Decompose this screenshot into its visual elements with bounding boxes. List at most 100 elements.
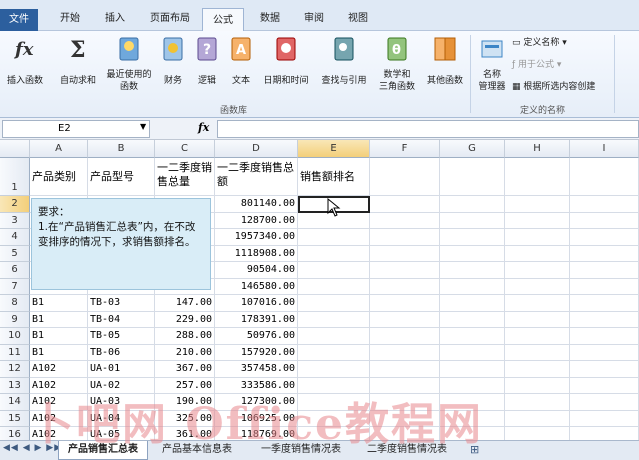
table-cell[interactable]: UA-02 — [88, 377, 155, 394]
table-cell[interactable] — [440, 262, 505, 279]
table-cell[interactable] — [505, 394, 570, 411]
table-cell[interactable] — [440, 196, 505, 213]
table-cell[interactable]: UA-01 — [88, 361, 155, 378]
table-cell[interactable] — [505, 311, 570, 328]
table-cell[interactable]: 210.00 — [155, 344, 215, 361]
table-cell[interactable]: 190.00 — [155, 394, 215, 411]
table-cell[interactable] — [440, 295, 505, 312]
column-header-e[interactable]: E — [298, 140, 370, 158]
table-cell[interactable]: 128700.00 — [215, 212, 298, 229]
table-cell[interactable]: 118769.00 — [215, 427, 298, 440]
table-cell[interactable] — [370, 427, 440, 440]
header-cell[interactable] — [440, 158, 505, 196]
row-header[interactable]: 6 — [0, 262, 30, 279]
define-name-button[interactable]: ▭ 定义名称 ▾ — [512, 37, 612, 49]
table-cell[interactable] — [570, 410, 639, 427]
column-header-g[interactable]: G — [440, 140, 505, 158]
table-cell[interactable] — [440, 278, 505, 295]
table-cell[interactable]: A102 — [30, 410, 88, 427]
tab-page-layout[interactable]: 页面布局 — [142, 7, 198, 31]
table-cell[interactable] — [505, 344, 570, 361]
table-cell[interactable] — [370, 262, 440, 279]
autosum-button[interactable]: Σ 自动求和 — [55, 35, 101, 87]
table-cell[interactable] — [570, 344, 639, 361]
sheet-tab-sales-summary[interactable]: 产品销售汇总表 — [58, 441, 148, 460]
table-cell[interactable] — [570, 427, 639, 440]
table-cell[interactable]: 106925.00 — [215, 410, 298, 427]
table-cell[interactable] — [570, 394, 639, 411]
header-cell[interactable] — [370, 158, 440, 196]
tab-formulas[interactable]: 公式 — [202, 8, 244, 32]
table-cell[interactable]: B1 — [30, 328, 88, 345]
table-cell[interactable] — [370, 196, 440, 213]
table-cell[interactable] — [440, 328, 505, 345]
table-cell[interactable]: 367.00 — [155, 361, 215, 378]
fx-button[interactable]: fx — [198, 121, 209, 134]
table-cell[interactable] — [440, 229, 505, 246]
table-cell[interactable]: 157920.00 — [215, 344, 298, 361]
row-header[interactable]: 16 — [0, 427, 30, 440]
table-cell[interactable] — [570, 278, 639, 295]
table-cell[interactable] — [505, 212, 570, 229]
column-header-b[interactable]: B — [88, 140, 155, 158]
row-header[interactable]: 8 — [0, 295, 30, 312]
row-header[interactable]: 12 — [0, 361, 30, 378]
table-cell[interactable] — [298, 295, 370, 312]
table-cell[interactable]: UA-03 — [88, 394, 155, 411]
table-cell[interactable] — [370, 295, 440, 312]
tab-file[interactable]: 文件 — [0, 9, 38, 31]
table-cell[interactable] — [370, 394, 440, 411]
header-cell[interactable]: 一二季度销售总额 — [215, 158, 298, 196]
column-header-h[interactable]: H — [505, 140, 570, 158]
table-cell[interactable]: 147.00 — [155, 295, 215, 312]
table-cell[interactable] — [370, 229, 440, 246]
table-cell[interactable] — [570, 328, 639, 345]
sheet-nav-arrows-icon[interactable]: ◀◀ ◀ ▶ ▶▶ — [3, 443, 62, 453]
table-cell[interactable] — [505, 328, 570, 345]
header-cell[interactable]: 销售额排名 — [298, 158, 370, 196]
table-cell[interactable]: 146580.00 — [215, 278, 298, 295]
create-from-selection-button[interactable]: ▦ 根据所选内容创建 — [512, 81, 612, 93]
column-header-f[interactable]: F — [370, 140, 440, 158]
table-cell[interactable]: 801140.00 — [215, 196, 298, 213]
row-header[interactable]: 13 — [0, 377, 30, 394]
table-cell[interactable]: 361.00 — [155, 427, 215, 440]
table-cell[interactable] — [505, 361, 570, 378]
header-cell[interactable] — [505, 158, 570, 196]
table-cell[interactable] — [298, 377, 370, 394]
recent-functions-button[interactable]: 最近使用的 函数 — [102, 35, 156, 93]
table-cell[interactable] — [570, 212, 639, 229]
table-cell[interactable]: 229.00 — [155, 311, 215, 328]
table-cell[interactable]: 325.00 — [155, 410, 215, 427]
table-cell[interactable] — [298, 361, 370, 378]
table-cell[interactable] — [370, 377, 440, 394]
table-cell[interactable] — [298, 278, 370, 295]
table-cell[interactable] — [370, 278, 440, 295]
table-cell[interactable] — [570, 229, 639, 246]
table-cell[interactable]: TB-03 — [88, 295, 155, 312]
formula-input[interactable] — [217, 120, 639, 138]
insert-sheet-icon[interactable]: ⊞ — [470, 443, 479, 456]
table-cell[interactable] — [298, 344, 370, 361]
date-time-button[interactable]: 日期和时间 — [258, 35, 314, 87]
sheet-tab-q2-sales[interactable]: 二季度销售情况表 — [356, 441, 458, 460]
table-cell[interactable]: A102 — [30, 361, 88, 378]
row-header[interactable]: 4 — [0, 229, 30, 246]
table-cell[interactable]: A102 — [30, 427, 88, 440]
table-cell[interactable] — [298, 262, 370, 279]
row-header[interactable]: 15 — [0, 410, 30, 427]
table-cell[interactable]: 288.00 — [155, 328, 215, 345]
table-cell[interactable] — [570, 361, 639, 378]
table-cell[interactable] — [370, 212, 440, 229]
logical-button[interactable]: ? 逻辑 — [192, 35, 222, 87]
table-cell[interactable] — [440, 361, 505, 378]
table-cell[interactable] — [298, 410, 370, 427]
table-cell[interactable] — [570, 311, 639, 328]
table-cell[interactable] — [505, 245, 570, 262]
table-cell[interactable] — [370, 328, 440, 345]
table-cell[interactable]: TB-05 — [88, 328, 155, 345]
table-cell[interactable]: 50976.00 — [215, 328, 298, 345]
table-cell[interactable]: 107016.00 — [215, 295, 298, 312]
table-cell[interactable] — [298, 394, 370, 411]
table-cell[interactable] — [440, 212, 505, 229]
